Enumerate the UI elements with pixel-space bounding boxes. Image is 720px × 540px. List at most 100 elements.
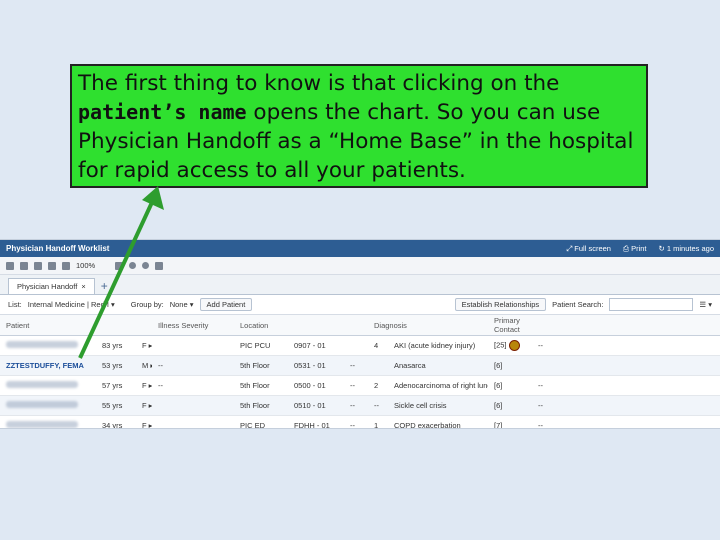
age-cell: 53 yrs	[96, 355, 136, 376]
count-cell	[368, 355, 388, 376]
diagnosis-cell: Anasarca	[388, 355, 488, 376]
contact-cell: --	[532, 415, 652, 428]
col-header[interactable]	[136, 315, 152, 336]
age-cell: 83 yrs	[96, 335, 136, 356]
room-cell: 0500 - 01	[288, 375, 344, 396]
severity-cell[interactable]: --	[152, 355, 234, 376]
zoom-out-icon[interactable]	[62, 261, 70, 270]
location-cell: PIC PCU	[234, 335, 288, 356]
room-cell: 0907 - 01	[288, 335, 344, 356]
count-cell: --	[344, 355, 368, 376]
count-cell: --	[344, 375, 368, 396]
contact-cell	[532, 355, 652, 376]
alert-badge-icon[interactable]	[508, 340, 520, 351]
add-tab-icon[interactable]: +	[101, 279, 108, 294]
sex-cell: F ▸	[136, 395, 152, 416]
count-cell: 4	[368, 335, 388, 356]
diagnosis-cell: Sickle cell crisis	[388, 395, 488, 416]
table-header: Patient Illness Severity Location Diagno…	[0, 315, 720, 336]
list-label: List:	[8, 300, 22, 309]
col-header[interactable]	[532, 315, 652, 336]
tab-physician-handoff[interactable]: Physician Handoff ×	[8, 278, 95, 294]
table-row[interactable]: 57 yrs F ▸ -- 5th Floor 0500 - 01 -- 2 A…	[0, 375, 720, 396]
count-cell	[344, 335, 368, 356]
patient-name-link[interactable]	[6, 381, 78, 388]
days-cell: [6]	[488, 375, 532, 396]
instruction-callout: The first thing to know is that clicking…	[70, 64, 648, 188]
patient-name-link[interactable]: ZZTESTDUFFY, FEMA	[6, 361, 84, 370]
col-header[interactable]	[288, 315, 344, 336]
diagnosis-cell: AKI (acute kidney injury)	[388, 335, 488, 356]
days-cell: [7]	[488, 415, 532, 428]
severity-cell[interactable]	[152, 335, 234, 356]
establish-relationships-button[interactable]: Establish Relationships	[454, 298, 547, 311]
severity-cell[interactable]: --	[152, 375, 234, 396]
col-header[interactable]: Patient	[0, 315, 96, 336]
diagnosis-cell: Adenocarcinoma of right lung	[388, 375, 488, 396]
count-cell: --	[344, 395, 368, 416]
col-header[interactable]	[686, 315, 720, 336]
close-icon[interactable]: ×	[81, 282, 85, 291]
diagnosis-cell: COPD exacerbation	[388, 415, 488, 428]
room-cell: 0531 - 01	[288, 355, 344, 376]
count-cell: 2	[368, 375, 388, 396]
patient-search-label: Patient Search:	[552, 300, 604, 309]
sex-cell: F ▸	[136, 375, 152, 396]
count-cell: --	[344, 415, 368, 428]
severity-cell[interactable]	[152, 415, 234, 428]
col-header[interactable]: Location	[234, 315, 288, 336]
sex-cell: F ▸	[136, 415, 152, 428]
col-header[interactable]	[96, 315, 136, 336]
menu-icon[interactable]: ☰ ▾	[699, 300, 712, 309]
col-header[interactable]: Primary Contact	[488, 315, 532, 336]
calendar-icon[interactable]	[34, 261, 42, 270]
group-label: Group by:	[130, 300, 164, 309]
table-row[interactable]: 55 yrs F ▸ 5th Floor 0510 - 01 -- -- Sic…	[0, 395, 720, 416]
status-dot-icon[interactable]	[142, 262, 150, 269]
fullscreen-button[interactable]: ⤢ Full screen	[566, 244, 611, 254]
col-header[interactable]	[344, 315, 368, 336]
count-cell: 1	[368, 415, 388, 428]
col-header[interactable]	[652, 315, 686, 336]
patient-name-link[interactable]	[6, 341, 78, 348]
search-icon[interactable]	[48, 261, 56, 270]
room-cell: FDHH - 01	[288, 415, 344, 428]
tab-strip: Physician Handoff × +	[0, 275, 720, 295]
col-header[interactable]: Diagnosis	[368, 315, 407, 336]
settings-icon[interactable]	[115, 261, 124, 270]
patient-name-link[interactable]	[6, 421, 78, 428]
zoom-level[interactable]: 100%	[76, 261, 95, 270]
toolbar: 100%	[0, 257, 720, 275]
sex-cell: M ▸	[136, 355, 152, 376]
status-dot-icon[interactable]	[129, 262, 137, 269]
table-row[interactable]: 83 yrs F ▸ PIC PCU 0907 - 01 4 AKI (acut…	[0, 335, 720, 356]
location-cell: 5th Floor	[234, 395, 288, 416]
refresh-status[interactable]: ↻ 1 minutes ago	[659, 244, 715, 254]
table-row[interactable]: ZZTESTDUFFY, FEMA 53 yrs M ▸ -- 5th Floo…	[0, 355, 720, 376]
location-cell: 5th Floor	[234, 355, 288, 376]
days-cell: [6]	[488, 355, 532, 376]
alert-icon[interactable]	[155, 261, 164, 270]
room-cell: 0510 - 01	[288, 395, 344, 416]
title-bar: Physician Handoff Worklist ⤢ Full screen…	[0, 240, 720, 257]
binoculars-icon[interactable]	[6, 261, 14, 270]
contact-cell: --	[532, 395, 652, 416]
days-cell: [25]	[488, 335, 532, 356]
count-cell: --	[368, 395, 388, 416]
list-icon[interactable]	[20, 261, 28, 270]
age-cell: 57 yrs	[96, 375, 136, 396]
sex-cell: F ▸	[136, 335, 152, 356]
window-title: Physician Handoff Worklist	[6, 244, 110, 253]
location-cell: 5th Floor	[234, 375, 288, 396]
age-cell: 55 yrs	[96, 395, 136, 416]
col-header[interactable]: Illness Severity	[152, 315, 234, 336]
table-row[interactable]: 34 yrs F ▸ PIC ED FDHH - 01 -- 1 COPD ex…	[0, 415, 720, 428]
add-patient-button[interactable]: Add Patient	[199, 298, 253, 311]
print-button[interactable]: ⎙ Print	[623, 244, 647, 254]
group-select[interactable]: None ▾	[170, 300, 194, 309]
list-select[interactable]: Internal Medicine | Red I ▾	[28, 300, 115, 309]
severity-cell[interactable]	[152, 395, 234, 416]
days-cell: [6]	[488, 395, 532, 416]
patient-search-input[interactable]	[609, 298, 694, 311]
patient-name-link[interactable]	[6, 401, 78, 408]
